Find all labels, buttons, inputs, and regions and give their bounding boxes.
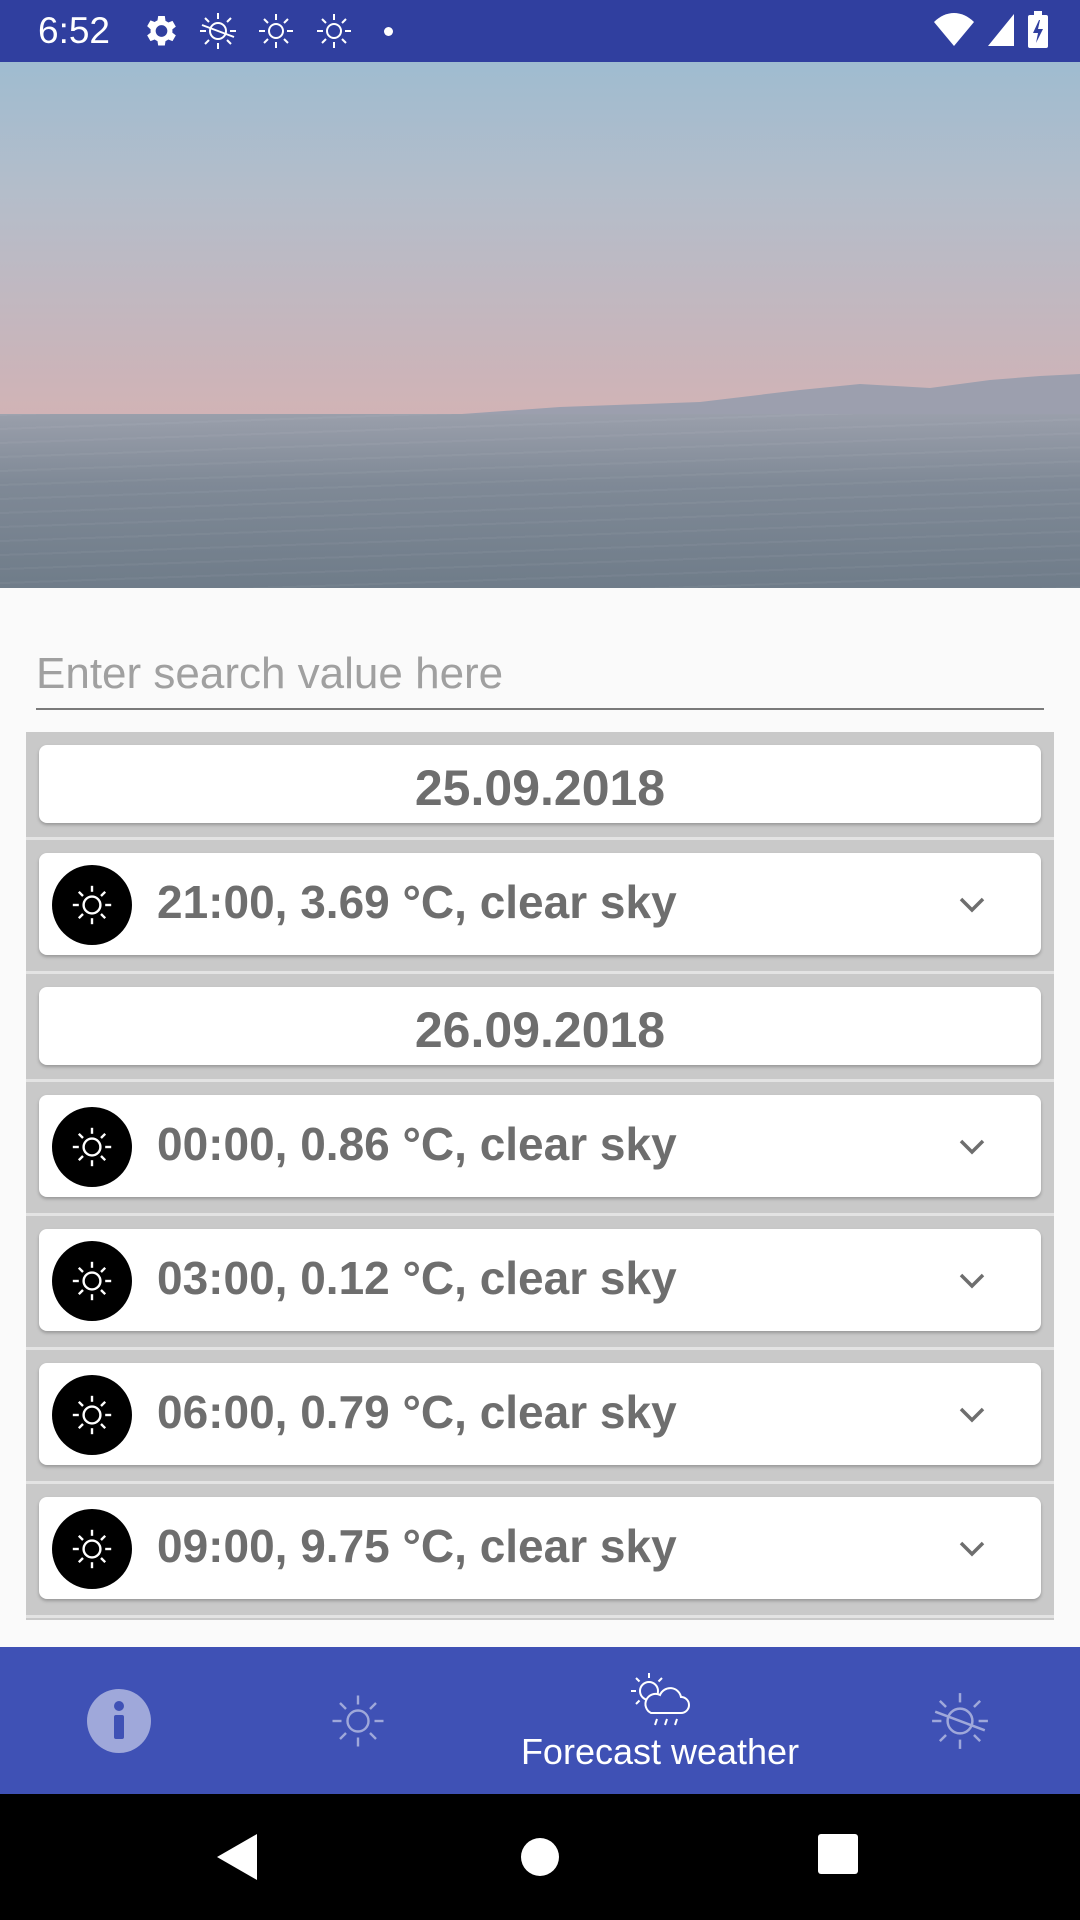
nav-tab-label: Forecast weather — [520, 1730, 800, 1772]
forecast-row[interactable]: 21:00, 3.69 °C, clear sky — [39, 853, 1041, 955]
forecast-list[interactable]: 25.09.2018 21:00, 3.69 °C, clear sky 26.… — [26, 732, 1054, 1620]
system-navigation-bar — [0, 1794, 1080, 1920]
date-label: 25.09.2018 — [414, 760, 666, 816]
forecast-row[interactable]: 03:00, 0.12 °C, clear sky — [39, 1229, 1041, 1331]
chevron-down-icon[interactable] — [955, 888, 989, 922]
date-header: 25.09.2018 — [39, 745, 1041, 823]
date-header: 26.09.2018 — [39, 987, 1041, 1065]
forecast-row-text: 09:00, 9.75 °C, clear sky — [157, 1520, 677, 1572]
forecast-row[interactable]: 06:00, 0.79 °C, clear sky — [39, 1363, 1041, 1465]
divider — [26, 1615, 1054, 1618]
chevron-down-icon[interactable] — [955, 1264, 989, 1298]
search-input[interactable] — [36, 640, 1044, 710]
settings-icon — [147, 16, 176, 46]
bottom-navigation: Forecast weather — [0, 1647, 1080, 1794]
divider — [26, 1347, 1054, 1350]
info-icon — [87, 1688, 151, 1753]
forecast-row[interactable]: 09:00, 9.75 °C, clear sky — [39, 1497, 1041, 1599]
forecast-row-text: 00:00, 0.86 °C, clear sky — [157, 1118, 677, 1170]
clear-sky-icon — [52, 1107, 132, 1187]
divider — [26, 1213, 1054, 1216]
forecast-row-text: 21:00, 3.69 °C, clear sky — [157, 876, 677, 928]
clear-sky-icon — [52, 865, 132, 945]
forecast-row-text: 06:00, 0.79 °C, clear sky — [157, 1386, 677, 1438]
status-time: 6:52 — [38, 10, 111, 51]
recents-icon[interactable] — [817, 1832, 859, 1876]
wifi-icon — [934, 13, 974, 46]
status-notification-icons — [140, 11, 393, 51]
chevron-down-icon[interactable] — [955, 1130, 989, 1164]
header-sea-photo — [0, 62, 1080, 588]
sun-icon — [259, 14, 293, 48]
status-bar: 6:52 — [0, 0, 1080, 62]
nav-tab-forecast-weather[interactable]: Forecast weather — [480, 1647, 840, 1794]
forecast-row[interactable]: 00:00, 0.86 °C, clear sky — [39, 1095, 1041, 1197]
back-icon[interactable] — [215, 1832, 259, 1882]
nav-tab-alerts[interactable] — [900, 1647, 1020, 1794]
divider — [26, 971, 1054, 974]
divider — [26, 837, 1054, 840]
sun-cloud-icon — [631, 1672, 690, 1725]
status-system-icons — [932, 10, 1050, 50]
nav-tab-info[interactable] — [59, 1647, 179, 1794]
clear-sky-icon — [52, 1241, 132, 1321]
divider — [26, 1079, 1054, 1082]
battery-charging-icon — [1028, 11, 1048, 48]
chevron-down-icon[interactable] — [955, 1398, 989, 1432]
sun-icon — [332, 1695, 384, 1746]
distant-mountains — [0, 374, 1080, 422]
sun-crossed-icon — [200, 13, 236, 49]
home-icon[interactable] — [518, 1832, 562, 1882]
signal-icon — [988, 14, 1014, 46]
forecast-row-text: 03:00, 0.12 °C, clear sky — [157, 1252, 677, 1304]
clear-sky-icon — [52, 1509, 132, 1589]
clear-sky-icon — [52, 1375, 132, 1455]
date-label: 26.09.2018 — [414, 1002, 666, 1058]
divider — [26, 1481, 1054, 1484]
sun-icon — [317, 14, 351, 48]
sun-crossed-icon — [932, 1692, 988, 1749]
notification-dot — [384, 26, 393, 36]
nav-tab-current-weather[interactable] — [298, 1647, 418, 1794]
chevron-down-icon[interactable] — [955, 1532, 989, 1566]
